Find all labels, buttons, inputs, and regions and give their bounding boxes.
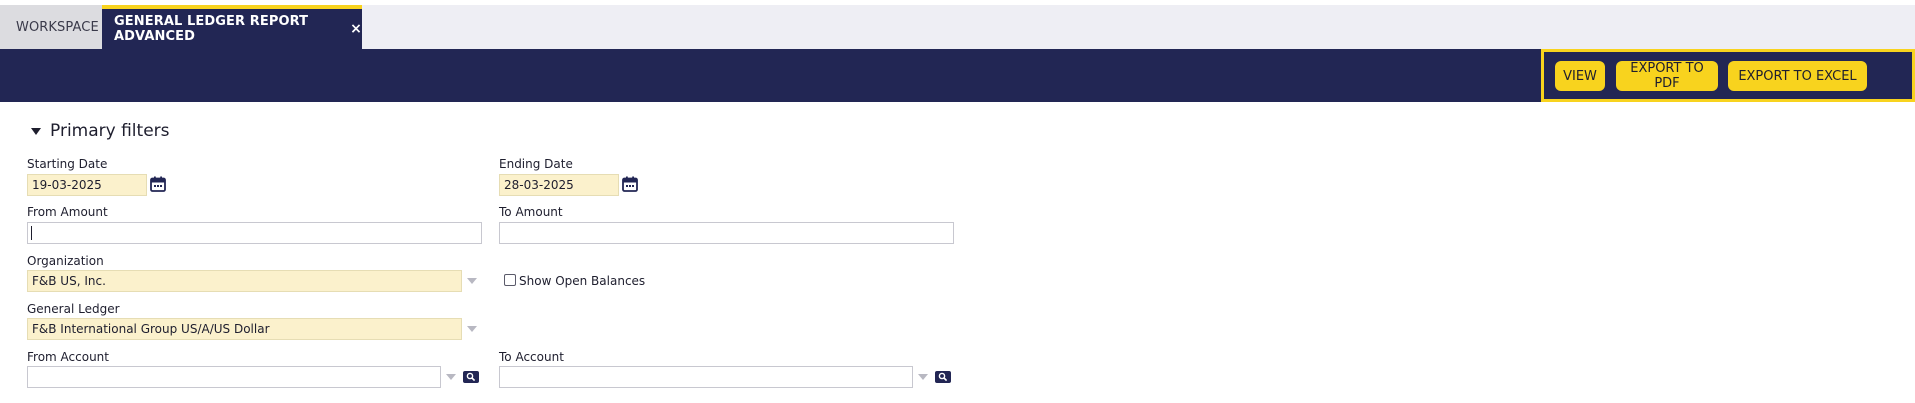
toolbar: VIEW EXPORT TO PDF EXPORT TO EXCEL <box>0 49 1915 102</box>
tab-bar: WORKSPACE GENERAL LEDGER REPORT ADVANCED… <box>0 5 1915 49</box>
starting-date-label: Starting Date <box>27 157 108 171</box>
chevron-down-icon[interactable] <box>467 326 477 332</box>
show-open-balances-label: Show Open Balances <box>519 274 646 288</box>
chevron-down-icon[interactable] <box>446 374 456 380</box>
tab-workspace-label: WORKSPACE <box>16 19 99 35</box>
to-account-select[interactable] <box>499 366 913 388</box>
ending-date-label: Ending Date <box>499 157 573 171</box>
primary-filters-title: Primary filters <box>50 121 170 141</box>
view-button[interactable]: VIEW <box>1555 61 1605 91</box>
toolbar-button-group: VIEW EXPORT TO PDF EXPORT TO EXCEL <box>1541 49 1915 102</box>
calendar-icon[interactable] <box>622 176 638 192</box>
chevron-down-icon[interactable] <box>467 278 477 284</box>
text-cursor <box>31 226 32 240</box>
chevron-down-icon[interactable] <box>918 374 928 380</box>
from-account-select[interactable] <box>27 366 441 388</box>
export-to-excel-button[interactable]: EXPORT TO EXCEL <box>1728 61 1867 91</box>
from-amount-label: From Amount <box>27 205 108 219</box>
to-amount-input[interactable] <box>499 222 954 244</box>
from-amount-input[interactable] <box>27 222 482 244</box>
search-icon[interactable] <box>463 371 479 383</box>
tab-workspace[interactable]: WORKSPACE <box>0 5 102 49</box>
search-icon[interactable] <box>935 371 951 383</box>
from-account-label: From Account <box>27 350 109 364</box>
export-to-pdf-button[interactable]: EXPORT TO PDF <box>1616 61 1718 91</box>
show-open-balances-checkbox[interactable] <box>504 274 516 286</box>
tab-general-ledger-report[interactable]: GENERAL LEDGER REPORT ADVANCED × <box>102 5 362 49</box>
organization-label: Organization <box>27 254 104 268</box>
close-icon[interactable]: × <box>350 21 362 37</box>
organization-select[interactable]: F&B US, Inc. <box>27 270 462 292</box>
primary-filters-toggle[interactable]: Primary filters <box>31 121 170 141</box>
to-amount-label: To Amount <box>499 205 563 219</box>
ending-date-input[interactable]: 28-03-2025 <box>499 174 619 196</box>
tab-general-ledger-label: GENERAL LEDGER REPORT ADVANCED <box>114 14 309 44</box>
general-ledger-select[interactable]: F&B International Group US/A/US Dollar <box>27 318 462 340</box>
caret-down-icon <box>31 127 41 135</box>
to-account-label: To Account <box>499 350 564 364</box>
calendar-icon[interactable] <box>150 176 166 192</box>
general-ledger-label: General Ledger <box>27 302 120 316</box>
starting-date-input[interactable]: 19-03-2025 <box>27 174 147 196</box>
